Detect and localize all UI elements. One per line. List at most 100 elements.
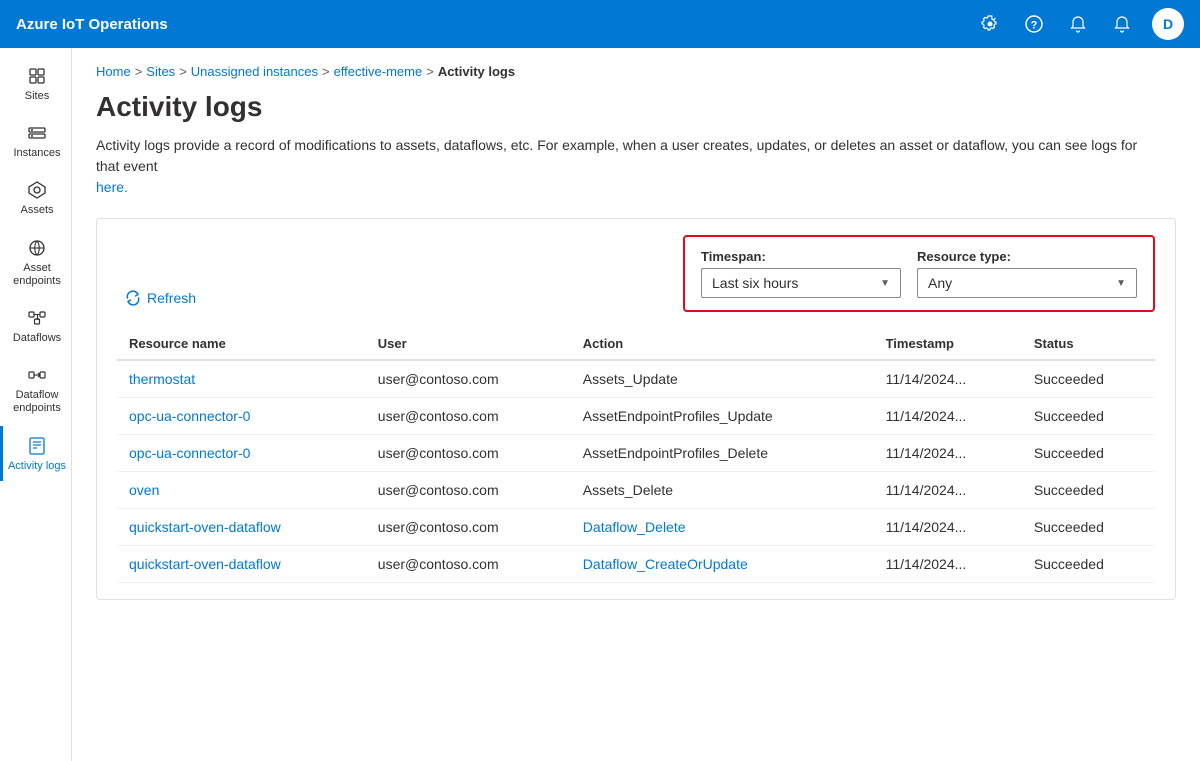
toolbar-row: Refresh Timespan: Last six hours ▼ [117, 235, 1155, 312]
breadcrumb-sep-3: > [322, 64, 330, 79]
main-layout: Sites Instances Assets [0, 48, 1200, 761]
filters-area: Timespan: Last six hours ▼ Resource type… [683, 235, 1155, 312]
page-description: Activity logs provide a record of modifi… [96, 135, 1156, 198]
cell-user: user@contoso.com [366, 435, 571, 472]
asset-endpoints-icon [25, 236, 49, 260]
cell-resource-name: opc-ua-connector-0 [117, 398, 366, 435]
cell-resource-name: thermostat [117, 360, 366, 398]
action-link[interactable]: Dataflow_CreateOrUpdate [583, 556, 748, 572]
breadcrumb-sites[interactable]: Sites [146, 64, 175, 79]
cell-user: user@contoso.com [366, 509, 571, 546]
cell-timestamp: 11/14/2024... [874, 509, 1022, 546]
breadcrumb-unassigned-instances[interactable]: Unassigned instances [191, 64, 318, 79]
svg-text:?: ? [1031, 20, 1038, 32]
app-title: Azure IoT Operations [16, 16, 964, 33]
dataflows-icon [25, 306, 49, 330]
timespan-select[interactable]: Last six hours ▼ [701, 268, 901, 298]
sidebar-item-sites-label: Sites [25, 90, 49, 103]
activity-logs-icon [25, 434, 49, 458]
refresh-label: Refresh [147, 290, 196, 306]
timespan-value: Last six hours [712, 275, 798, 291]
bell-icon[interactable] [1108, 10, 1136, 38]
page-title: Activity logs [96, 91, 1176, 123]
action-link[interactable]: Dataflow_Delete [583, 519, 686, 535]
notification-silent-icon[interactable] [1064, 10, 1092, 38]
cell-timestamp: 11/14/2024... [874, 472, 1022, 509]
settings-icon[interactable] [976, 10, 1004, 38]
cell-user: user@contoso.com [366, 360, 571, 398]
resource-type-chevron-icon: ▼ [1116, 278, 1126, 289]
cell-status: Succeeded [1022, 509, 1155, 546]
assets-icon [25, 178, 49, 202]
timespan-chevron-icon: ▼ [880, 278, 890, 289]
sidebar-item-asset-endpoints[interactable]: Asset endpoints [0, 228, 71, 296]
cell-user: user@contoso.com [366, 472, 571, 509]
timespan-label: Timespan: [701, 249, 901, 264]
cell-timestamp: 11/14/2024... [874, 398, 1022, 435]
cell-user: user@contoso.com [366, 546, 571, 583]
resource-name-link[interactable]: opc-ua-connector-0 [129, 445, 250, 461]
table-header-row: Resource name User Action Timestamp Stat… [117, 328, 1155, 360]
sidebar-item-dataflow-endpoints[interactable]: Dataflow endpoints [0, 355, 71, 423]
col-header-timestamp: Timestamp [874, 328, 1022, 360]
resource-name-link[interactable]: quickstart-oven-dataflow [129, 519, 281, 535]
sidebar-item-dataflows-label: Dataflows [13, 332, 61, 345]
cell-timestamp: 11/14/2024... [874, 360, 1022, 398]
sidebar-item-asset-endpoints-label: Asset endpoints [7, 262, 67, 288]
resource-name-link[interactable]: thermostat [129, 371, 195, 387]
cell-status: Succeeded [1022, 546, 1155, 583]
sidebar-item-activity-logs[interactable]: Activity logs [0, 426, 71, 481]
timespan-filter-group: Timespan: Last six hours ▼ [701, 249, 901, 298]
breadcrumb-sep-2: > [179, 64, 187, 79]
table-row: oven user@contoso.com Assets_Delete 11/1… [117, 472, 1155, 509]
sidebar-item-assets[interactable]: Assets [0, 170, 71, 225]
sidebar-item-instances[interactable]: Instances [0, 113, 71, 168]
page-description-text: Activity logs provide a record of modifi… [96, 137, 1137, 174]
sidebar-item-dataflows[interactable]: Dataflows [0, 298, 71, 353]
breadcrumb-home[interactable]: Home [96, 64, 131, 79]
sidebar-item-dataflow-endpoints-label: Dataflow endpoints [7, 389, 67, 415]
col-header-action: Action [571, 328, 874, 360]
cell-action: Dataflow_CreateOrUpdate [571, 546, 874, 583]
cell-action: Dataflow_Delete [571, 509, 874, 546]
activity-log-card: Refresh Timespan: Last six hours ▼ [96, 218, 1176, 600]
table-row: opc-ua-connector-0 user@contoso.com Asse… [117, 398, 1155, 435]
help-icon[interactable]: ? [1020, 10, 1048, 38]
resource-type-select[interactable]: Any ▼ [917, 268, 1137, 298]
breadcrumb-sep-1: > [135, 64, 143, 79]
content-area: Home > Sites > Unassigned instances > ef… [72, 48, 1200, 761]
col-header-status: Status [1022, 328, 1155, 360]
cell-status: Succeeded [1022, 360, 1155, 398]
table-row: quickstart-oven-dataflow user@contoso.co… [117, 509, 1155, 546]
refresh-icon [125, 290, 141, 306]
resource-name-link[interactable]: oven [129, 482, 159, 498]
cell-action: Assets_Update [571, 360, 874, 398]
resource-name-link[interactable]: quickstart-oven-dataflow [129, 556, 281, 572]
user-avatar[interactable]: D [1152, 8, 1184, 40]
breadcrumb-effective-meme[interactable]: effective-meme [334, 64, 423, 79]
table-row: quickstart-oven-dataflow user@contoso.co… [117, 546, 1155, 583]
resource-type-value: Any [928, 275, 952, 291]
sidebar-item-instances-label: Instances [13, 147, 60, 160]
sidebar: Sites Instances Assets [0, 48, 72, 761]
cell-action: Assets_Delete [571, 472, 874, 509]
topbar: Azure IoT Operations ? [0, 0, 1200, 48]
cell-resource-name: quickstart-oven-dataflow [117, 546, 366, 583]
activity-log-table: Resource name User Action Timestamp Stat… [117, 328, 1155, 583]
page-description-here-link[interactable]: here. [96, 179, 128, 195]
resource-type-label: Resource type: [917, 249, 1137, 264]
cell-status: Succeeded [1022, 398, 1155, 435]
sites-icon [25, 64, 49, 88]
cell-timestamp: 11/14/2024... [874, 435, 1022, 472]
col-header-resource-name: Resource name [117, 328, 366, 360]
sidebar-item-sites[interactable]: Sites [0, 56, 71, 111]
cell-resource-name: oven [117, 472, 366, 509]
instances-icon [25, 121, 49, 145]
cell-action: AssetEndpointProfiles_Update [571, 398, 874, 435]
col-header-user: User [366, 328, 571, 360]
cell-timestamp: 11/14/2024... [874, 546, 1022, 583]
refresh-button[interactable]: Refresh [117, 284, 204, 312]
resource-name-link[interactable]: opc-ua-connector-0 [129, 408, 250, 424]
cell-resource-name: opc-ua-connector-0 [117, 435, 366, 472]
table-row: opc-ua-connector-0 user@contoso.com Asse… [117, 435, 1155, 472]
